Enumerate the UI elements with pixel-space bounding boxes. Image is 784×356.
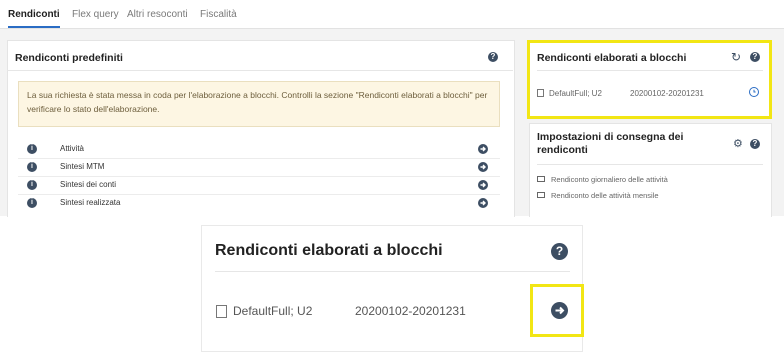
report-row-label: Sintesi MTM (60, 162, 105, 171)
highlight-box (527, 40, 772, 119)
tab-fiscalita[interactable]: Fiscalità (200, 9, 237, 20)
help-icon[interactable]: ? (551, 243, 568, 260)
info-icon[interactable]: i (27, 198, 37, 208)
divider (537, 164, 763, 165)
info-icon[interactable]: i (27, 180, 37, 190)
predefined-reports-title: Rendiconti predefiniti (15, 52, 123, 64)
queued-notice: La sua richiesta è stata messa in coda p… (18, 81, 500, 127)
report-row-label: Sintesi realizzata (60, 198, 121, 207)
pdf-file-icon (216, 305, 227, 318)
arrow-right-icon[interactable] (478, 198, 488, 208)
envelope-icon (537, 192, 545, 198)
help-icon[interactable]: ? (488, 52, 498, 62)
info-icon[interactable]: i (27, 144, 37, 154)
report-row-label: Sintesi dei conti (60, 180, 117, 189)
report-row-sintesi-mtm[interactable]: i Sintesi MTM (18, 158, 500, 177)
delivery-item[interactable]: Rendiconto giornaliero delle attività (551, 175, 668, 184)
arrow-right-icon[interactable] (478, 144, 488, 154)
tab-flex-query[interactable]: Flex query (72, 9, 119, 20)
divider (7, 70, 513, 71)
delivery-settings-title: Impostazioni di consegna dei rendiconti (537, 131, 684, 156)
report-row-attivita[interactable]: i Attività (18, 140, 500, 159)
delivery-item[interactable]: Rendiconto delle attività mensile (551, 191, 659, 200)
report-row-sintesi-conti[interactable]: i Sintesi dei conti (18, 176, 500, 195)
divider (215, 271, 570, 272)
arrow-right-icon[interactable] (478, 162, 488, 172)
info-icon[interactable]: i (27, 162, 37, 172)
tab-altri-resoconti[interactable]: Altri resoconti (127, 9, 188, 20)
active-tab-indicator (8, 26, 60, 28)
highlight-box (530, 284, 584, 337)
report-row-sintesi-realizzata[interactable]: i Sintesi realizzata (18, 194, 500, 212)
gear-icon[interactable]: ⚙ (733, 137, 743, 150)
arrow-right-icon[interactable] (478, 180, 488, 190)
zoomed-batch-title: Rendiconti elaborati a blocchi (215, 242, 443, 259)
report-row-label: Attività (60, 144, 85, 153)
tab-bar: Rendiconti Flex query Altri resoconti Fi… (0, 0, 784, 29)
zoomed-item-range: 20200102-20201231 (355, 304, 466, 318)
help-icon[interactable]: ? (750, 139, 760, 149)
zoomed-item-name: DefaultFull; U2 (233, 304, 313, 318)
tab-rendiconti[interactable]: Rendiconti (8, 9, 60, 20)
envelope-icon (537, 176, 545, 182)
